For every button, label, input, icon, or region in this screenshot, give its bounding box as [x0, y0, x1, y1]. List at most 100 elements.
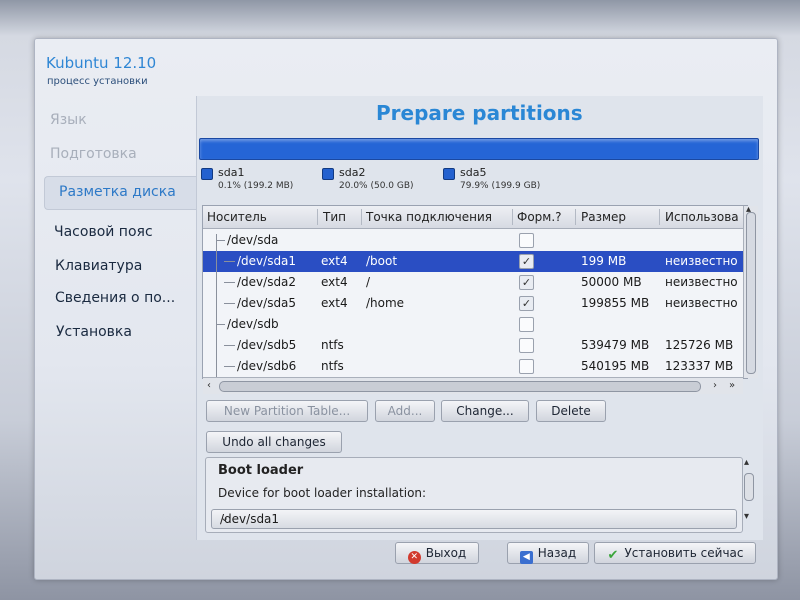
bootloader-device-select[interactable]: /dev/sda1 ⌄: [211, 509, 737, 529]
sidebar-item-user-info[interactable]: Сведения о по...: [55, 290, 175, 306]
close-icon: ✕: [407, 551, 421, 564]
scroll-down-icon[interactable]: ▾: [744, 511, 749, 522]
sidebar-item-language[interactable]: Язык: [50, 112, 87, 128]
table-row[interactable]: /dev/sda2 ext4/50000 MB неизвестно ✓: [203, 272, 747, 293]
cell-type: ext4: [321, 275, 348, 289]
format-checkbox[interactable]: [519, 338, 534, 353]
cell-type: ext4: [321, 254, 348, 268]
column-header-used[interactable]: Использова: [665, 210, 739, 224]
table-horizontal-scrollbar[interactable]: ‹ › »: [203, 377, 743, 394]
column-divider: [361, 209, 362, 225]
format-checkbox[interactable]: [519, 359, 534, 374]
table-row[interactable]: /dev/sda1 ext4/boot 199 MB неизвестно ✓: [203, 251, 747, 272]
bootloader-title: Boot loader: [218, 463, 304, 478]
app-subtitle: процесс установки: [47, 76, 148, 87]
sidebar-item-install[interactable]: Установка: [56, 324, 132, 340]
legend-detail: 20.0% (50.0 GB): [339, 181, 414, 191]
page-title: Prepare partitions: [376, 101, 583, 125]
legend-name: sda1: [218, 166, 245, 179]
partition-table[interactable]: Носитель Тип Точка подключения Форм.? Ра…: [202, 205, 748, 379]
back-button[interactable]: ◀ Назад: [507, 542, 589, 564]
sidebar-item-partitioning[interactable]: Разметка диска: [44, 176, 197, 210]
back-button-label: Назад: [537, 546, 577, 560]
cell-type: ext4: [321, 296, 348, 310]
legend-name: sda5: [460, 166, 487, 179]
tree-connector: [224, 282, 235, 283]
cell-used: 123337 MB: [665, 359, 734, 373]
column-divider: [512, 209, 513, 225]
scroll-thumb[interactable]: [746, 212, 756, 374]
column-divider: [659, 209, 660, 225]
scroll-thumb[interactable]: [744, 473, 754, 501]
column-header-type[interactable]: Тип: [323, 210, 346, 224]
sidebar-item-keyboard[interactable]: Клавиатура: [55, 258, 142, 274]
cell-size: 540195 MB: [581, 359, 650, 373]
scroll-right-icon[interactable]: ›: [713, 380, 717, 391]
table-vertical-scrollbar[interactable]: ▴: [743, 204, 758, 378]
delete-partition-button[interactable]: Delete: [536, 400, 606, 422]
table-row[interactable]: /dev/sda: [203, 230, 747, 251]
disk-usage-bar: [199, 138, 759, 160]
cell-size: 50000 MB: [581, 275, 642, 289]
checkmark-icon: ✔: [607, 548, 619, 563]
change-partition-button[interactable]: Change...: [441, 400, 529, 422]
table-row[interactable]: /dev/sdb6 ntfs 540195 MB 123337 MB: [203, 356, 747, 377]
bootloader-scrollbar[interactable]: ▴ ▾: [743, 457, 755, 525]
legend-swatch: [443, 168, 455, 180]
table-row[interactable]: /dev/sdb: [203, 314, 747, 335]
table-header: Носитель Тип Точка подключения Форм.? Ра…: [203, 206, 747, 229]
cell-size: 199855 MB: [581, 296, 650, 310]
cell-type: ntfs: [321, 338, 344, 352]
cell-size: 199 MB: [581, 254, 627, 268]
table-row[interactable]: /dev/sda5 ext4/home 199855 MB неизвестно ✓: [203, 293, 747, 314]
sidebar-item-timezone[interactable]: Часовой пояс: [54, 224, 153, 240]
legend-detail: 0.1% (199.2 MB): [218, 181, 294, 191]
format-checkbox[interactable]: ✓: [519, 275, 534, 290]
cell-mount: /home: [366, 296, 405, 310]
column-header-size[interactable]: Размер: [581, 210, 626, 224]
cell-type: ntfs: [321, 359, 344, 373]
scroll-up-icon[interactable]: ▴: [744, 457, 749, 468]
table-row[interactable]: /dev/sdb5 ntfs 539479 MB 125726 MB: [203, 335, 747, 356]
chevron-down-icon: ⌄: [220, 511, 230, 524]
tree-connector: [224, 303, 235, 304]
cell-used: неизвестно: [665, 275, 738, 289]
undo-all-changes-button[interactable]: Undo all changes: [206, 431, 342, 453]
legend-swatch: [322, 168, 334, 180]
sidebar-item-label: Разметка диска: [59, 184, 176, 200]
legend-name: sda2: [339, 166, 366, 179]
column-divider: [317, 209, 318, 225]
tree-connector: [216, 324, 225, 325]
install-now-button[interactable]: ✔ Установить сейчас: [594, 542, 756, 564]
scroll-left-icon[interactable]: ‹: [207, 380, 211, 391]
column-header-format[interactable]: Форм.?: [517, 210, 562, 224]
cell-device: /dev/sdb: [227, 317, 279, 331]
tree-connector: [224, 261, 235, 262]
new-partition-table-button[interactable]: New Partition Table...: [206, 400, 368, 422]
cell-device: /dev/sda: [227, 233, 279, 247]
quit-button-label: Выход: [425, 546, 467, 560]
quit-button[interactable]: ✕ Выход: [395, 542, 479, 564]
install-now-button-label: Установить сейчас: [624, 546, 744, 560]
column-header-device[interactable]: Носитель: [207, 210, 267, 224]
sidebar-item-preparing[interactable]: Подготовка: [50, 146, 137, 162]
cell-mount: /: [366, 275, 371, 289]
column-header-mount[interactable]: Точка подключения: [366, 210, 492, 224]
cell-used: 125726 MB: [665, 338, 734, 352]
column-divider: [575, 209, 576, 225]
scroll-thumb[interactable]: [219, 381, 701, 392]
legend-detail: 79.9% (199.9 GB): [460, 181, 541, 191]
cell-mount: /boot: [366, 254, 398, 268]
cell-used: неизвестно: [665, 254, 738, 268]
format-checkbox[interactable]: [519, 317, 534, 332]
tree-connector: [224, 366, 235, 367]
tree-connector: [216, 240, 225, 241]
format-checkbox[interactable]: ✓: [519, 254, 534, 269]
tree-connector: [224, 345, 235, 346]
scroll-right-end-icon[interactable]: »: [729, 380, 735, 391]
arrow-left-icon: ◀: [519, 551, 533, 564]
add-partition-button[interactable]: Add...: [375, 400, 435, 422]
format-checkbox[interactable]: [519, 233, 534, 248]
format-checkbox[interactable]: ✓: [519, 296, 534, 311]
bootloader-device-label: Device for boot loader installation:: [218, 486, 427, 500]
